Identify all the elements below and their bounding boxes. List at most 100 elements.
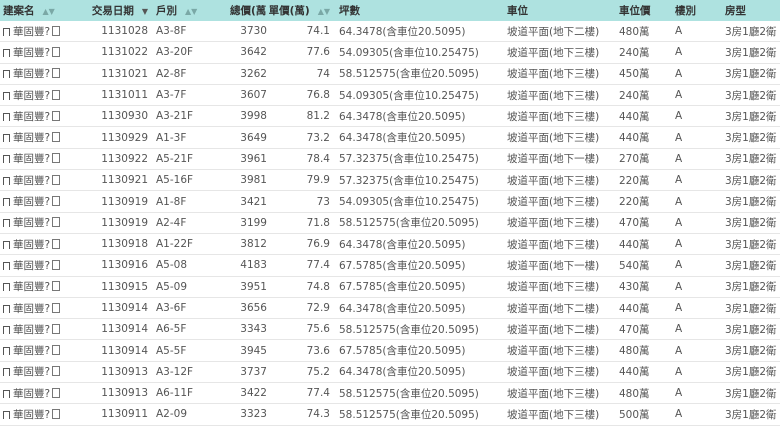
- document-icon[interactable]: [52, 132, 61, 143]
- cell-parking-price: 240萬: [619, 89, 650, 102]
- bookmark-icon[interactable]: [3, 27, 10, 36]
- bookmark-icon[interactable]: [3, 389, 10, 398]
- cell-name[interactable]: 華固豐?: [0, 386, 78, 401]
- cell-name[interactable]: 華固豐?: [0, 173, 78, 188]
- document-icon[interactable]: [52, 25, 61, 36]
- sort-desc-icon[interactable]: ▼: [142, 7, 148, 16]
- sort-icon[interactable]: ▲▼: [185, 7, 197, 16]
- cell-date: 1130922: [101, 152, 148, 165]
- cell-floor-type: A: [675, 365, 683, 378]
- bookmark-icon[interactable]: [3, 240, 10, 249]
- cell-name[interactable]: 華固豐?: [0, 279, 78, 294]
- document-icon[interactable]: [52, 408, 61, 419]
- bookmark-icon[interactable]: [3, 304, 10, 313]
- col-header-layout[interactable]: 房型: [725, 3, 780, 18]
- col-header-area[interactable]: 坪數: [333, 3, 506, 18]
- cell-name[interactable]: 華固豐?: [0, 45, 78, 60]
- cell-name[interactable]: 華固豐?: [0, 343, 78, 358]
- bookmark-icon[interactable]: [3, 134, 10, 143]
- bookmark-icon[interactable]: [3, 70, 10, 79]
- table-row[interactable]: 華固豐? 1130919 A2-4F 3199 71.8 58.512575(含車位20.…: [0, 213, 780, 234]
- cell-name[interactable]: 華固豐?: [0, 322, 78, 337]
- table-row[interactable]: 華固豐? 1130929 A1-3F 3649 73.2 64.3478(含車位20.50…: [0, 127, 780, 149]
- cell-name[interactable]: 華固豐?: [0, 109, 78, 124]
- table-row[interactable]: 華固豐? 1130914 A3-6F 3656 72.9 64.3478(含車位20.50…: [0, 298, 780, 320]
- table-row[interactable]: 華固豐? 1131022 A3-20F 3642 77.6 54.09305(含車位10.…: [0, 42, 780, 64]
- document-icon[interactable]: [52, 110, 61, 121]
- col-header-name[interactable]: 建案名 ▲▼: [0, 3, 78, 18]
- col-header-unit-price[interactable]: 單價(萬) ▲▼: [267, 3, 333, 18]
- bookmark-icon[interactable]: [3, 176, 10, 185]
- table-row[interactable]: 華固豐? 1130922 A5-21F 3961 78.4 57.32375(含車位10.…: [0, 149, 780, 171]
- document-icon[interactable]: [52, 196, 61, 207]
- col-header-date[interactable]: 交易日期 ▼: [78, 3, 150, 18]
- cell-name[interactable]: 華固豐?: [0, 237, 78, 252]
- document-icon[interactable]: [52, 345, 61, 356]
- bookmark-icon[interactable]: [3, 261, 10, 270]
- bookmark-icon[interactable]: [3, 325, 10, 334]
- bookmark-icon[interactable]: [3, 112, 10, 121]
- cell-name[interactable]: 華固豐?: [0, 215, 78, 230]
- table-row[interactable]: 華固豐? 1131028 A3-8F 3730 74.1 64.3478(含車位20.50…: [0, 21, 780, 43]
- bookmark-icon[interactable]: [3, 155, 10, 164]
- bookmark-icon[interactable]: [3, 219, 10, 228]
- cell-name[interactable]: 華固豐?: [0, 24, 78, 39]
- cell-parking: 坡道平面(地下一樓): [507, 259, 600, 272]
- cell-name[interactable]: 華固豐?: [0, 301, 78, 316]
- bookmark-icon[interactable]: [3, 283, 10, 292]
- document-icon[interactable]: [52, 366, 61, 377]
- document-icon[interactable]: [52, 153, 61, 164]
- document-icon[interactable]: [52, 259, 61, 270]
- cell-date: 1130914: [101, 323, 148, 336]
- table-row[interactable]: 華固豐? 1130921 A5-16F 3981 79.9 57.32375(含車位10.…: [0, 170, 780, 192]
- table-row[interactable]: 華固豐? 1131011 A3-7F 3607 76.8 54.09305(含車位10.2…: [0, 85, 780, 107]
- table-row[interactable]: 華固豐? 1130913 A3-12F 3737 75.2 64.3478(含車位20.5…: [0, 362, 780, 384]
- col-header-floor-type[interactable]: 樓別: [673, 3, 725, 18]
- table-row[interactable]: 華固豐? 1130916 A5-08 4183 77.4 67.5785(含車位20.50…: [0, 255, 780, 277]
- cell-name[interactable]: 華固豐?: [0, 258, 78, 273]
- document-icon[interactable]: [52, 323, 61, 334]
- document-icon[interactable]: [52, 302, 61, 313]
- table-row[interactable]: 華固豐? 1130918 A1-22F 3812 76.9 64.3478(含車位20.5…: [0, 234, 780, 256]
- cell-name[interactable]: 華固豐?: [0, 407, 78, 422]
- document-icon[interactable]: [52, 387, 61, 398]
- cell-name[interactable]: 華固豐?: [0, 88, 78, 103]
- bookmark-icon[interactable]: [3, 368, 10, 377]
- document-icon[interactable]: [52, 68, 61, 79]
- bookmark-icon[interactable]: [3, 347, 10, 356]
- col-header-parking[interactable]: 車位: [506, 3, 613, 18]
- table-row[interactable]: 華固豐? 1130911 A2-09 3323 74.3 58.512575(含車位20.…: [0, 404, 780, 426]
- col-header-total[interactable]: 總價(萬): [230, 3, 267, 18]
- cell-total: 3642: [240, 46, 267, 59]
- bookmark-icon[interactable]: [3, 198, 10, 207]
- document-icon[interactable]: [52, 174, 61, 185]
- project-name: 華固豐?: [13, 217, 51, 230]
- col-header-unit[interactable]: 戶別 ▲▼: [150, 3, 230, 18]
- table-row[interactable]: 華固豐? 1130914 A6-5F 3343 75.6 58.512575(含車位20.…: [0, 319, 780, 341]
- cell-name[interactable]: 華固豐?: [0, 130, 78, 145]
- cell-name[interactable]: 華固豐?: [0, 194, 78, 209]
- cell-name[interactable]: 華固豐?: [0, 364, 78, 379]
- table-row[interactable]: 華固豐? 1130930 A3-21F 3998 81.2 64.3478(含車位20.5…: [0, 106, 780, 128]
- cell-parking-price: 440萬: [619, 302, 650, 315]
- table-row[interactable]: 華固豐? 1130919 A1-8F 3421 73 54.09305(含車位10.254…: [0, 191, 780, 213]
- table-row[interactable]: 華固豐? 1131021 A2-8F 3262 74 58.512575(含車位20.50…: [0, 64, 780, 85]
- bookmark-icon[interactable]: [3, 410, 10, 419]
- table-row[interactable]: 華固豐? 1130915 A5-09 3951 74.8 67.5785(含車位20.50…: [0, 277, 780, 298]
- cell-name[interactable]: 華固豐?: [0, 66, 78, 81]
- document-icon[interactable]: [52, 46, 61, 57]
- document-icon[interactable]: [52, 281, 61, 292]
- table-row[interactable]: 華固豐? 1130913 A6-11F 3422 77.4 58.512575(含車位20…: [0, 383, 780, 405]
- cell-name[interactable]: 華固豐?: [0, 151, 78, 166]
- col-header-parking-price[interactable]: 車位價: [613, 3, 673, 18]
- document-icon[interactable]: [52, 238, 61, 249]
- bookmark-icon[interactable]: [3, 48, 10, 57]
- table-row[interactable]: 華固豐? 1130914 A5-5F 3945 73.6 67.5785(含車位20.50…: [0, 340, 780, 362]
- project-name: 華固豐?: [13, 25, 51, 38]
- document-icon[interactable]: [52, 89, 61, 100]
- document-icon[interactable]: [52, 217, 61, 228]
- sort-icon[interactable]: ▲▼: [43, 7, 55, 16]
- bookmark-icon[interactable]: [3, 91, 10, 100]
- sort-icon[interactable]: ▲▼: [318, 7, 330, 16]
- cell-area: 54.09305(含車位10.25475): [339, 196, 479, 209]
